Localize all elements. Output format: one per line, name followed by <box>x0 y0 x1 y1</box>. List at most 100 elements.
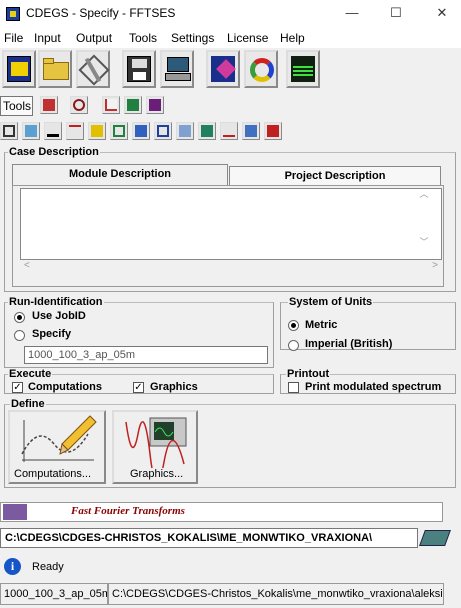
computer-icon <box>165 56 191 82</box>
spectrum-button[interactable] <box>286 50 320 88</box>
grid-icon <box>43 99 55 111</box>
menu-bar: File Input Output Tools Settings License… <box>0 28 461 48</box>
tower-icon <box>91 125 103 137</box>
clock-icon <box>73 99 85 111</box>
window-title: CDEGS - Specify - FFTSES <box>26 6 176 20</box>
plot-tool-button[interactable] <box>146 96 164 114</box>
circuit-tool-button[interactable] <box>110 122 128 140</box>
open-button[interactable] <box>38 50 72 88</box>
jobid-input[interactable]: 1000_100_3_ap_05m <box>24 346 268 364</box>
units-label: System of Units <box>288 296 374 308</box>
bars-icon <box>267 125 279 137</box>
image-icon <box>179 125 191 137</box>
graphics-check-label: Graphics <box>150 381 198 393</box>
wave-icon <box>69 125 81 137</box>
cdegs-app-icon <box>6 7 20 21</box>
clock-tool-button[interactable] <box>70 96 88 114</box>
tab-project-description[interactable]: Project Description <box>229 166 441 186</box>
jobid-button[interactable] <box>2 50 36 88</box>
tab-module-description[interactable]: Module Description <box>12 164 228 186</box>
run-identification-label: Run-Identification <box>8 296 104 308</box>
field-icon <box>135 125 147 137</box>
copy-tool-button[interactable] <box>154 122 172 140</box>
plot3d-tool-button[interactable] <box>124 96 142 114</box>
bottom-path: C:\CDEGS\CDGES-Christos_Kokalis\me_monwt… <box>108 583 444 605</box>
tower-tool-button[interactable] <box>88 122 106 140</box>
dig-tool-button[interactable] <box>22 122 40 140</box>
menu-settings[interactable]: Settings <box>171 31 214 45</box>
working-directory-field[interactable]: C:\CDEGS\CDGES-CHRISTOS_KOKALIS\ME_MONWT… <box>0 528 418 548</box>
title-bar: CDEGS - Specify - FFTSES — ☐ ✕ <box>0 0 461 28</box>
lines-icon <box>223 125 235 137</box>
metric-label: Metric <box>305 319 338 331</box>
metric-radio[interactable] <box>288 320 299 331</box>
network-tool-button[interactable] <box>0 122 18 140</box>
specify-label: Specify <box>32 328 72 340</box>
save-button[interactable] <box>122 50 156 88</box>
lines-tool-button[interactable] <box>220 122 238 140</box>
pencil-plot-icon <box>21 415 97 462</box>
define-label: Define <box>10 398 46 410</box>
spectrum-tool-button[interactable] <box>198 122 216 140</box>
minimize-button[interactable]: — <box>338 2 366 24</box>
graphics-button-label: Graphics... <box>130 468 184 480</box>
bottom-status-bar: 1000_100_3_ap_05m C:\CDEGS\CDGES-Christo… <box>0 583 461 605</box>
ground-tool-button[interactable] <box>44 122 62 140</box>
image-tool-button[interactable] <box>176 122 194 140</box>
close-button[interactable]: ✕ <box>428 2 456 24</box>
oscilloscope-icon <box>125 417 187 468</box>
case-description-label: Case Description <box>8 146 100 158</box>
status-bar: i Ready <box>0 556 461 578</box>
grid-tool-button[interactable] <box>40 96 58 114</box>
menu-tools[interactable]: Tools <box>129 31 157 45</box>
specify-radio[interactable] <box>14 330 25 341</box>
bars-tool-button[interactable] <box>264 122 282 140</box>
id-star-icon <box>211 56 236 82</box>
menu-help[interactable]: Help <box>280 31 305 45</box>
shovel-icon <box>25 125 37 137</box>
folder-browse-icon <box>419 530 451 546</box>
print-button[interactable] <box>160 50 194 88</box>
print-spectrum-label: Print modulated spectrum <box>305 381 442 393</box>
modules-cycle-button[interactable] <box>244 50 278 88</box>
job-id-tool-button[interactable] <box>206 50 240 88</box>
table-icon <box>245 125 257 137</box>
graphics-define-button[interactable]: Graphics... <box>112 410 198 484</box>
settings-tools-button[interactable] <box>76 50 110 88</box>
module-description-textarea[interactable] <box>20 188 442 260</box>
execute-label: Execute <box>8 368 53 380</box>
module-banner: Fast Fourier Transforms <box>0 502 443 522</box>
cycle-icon <box>249 56 274 82</box>
field-tool-button[interactable] <box>132 122 150 140</box>
print-spectrum-checkbox[interactable] <box>288 382 299 393</box>
menu-input[interactable]: Input <box>34 31 61 45</box>
id-icon <box>7 56 31 82</box>
printout-label: Printout <box>286 368 331 380</box>
use-jobid-radio[interactable] <box>14 312 25 323</box>
computations-define-button[interactable]: Computations... <box>8 410 106 484</box>
vertical-scrollbar[interactable]: ︿ ﹀ <box>418 188 430 260</box>
menu-license[interactable]: License <box>227 31 268 45</box>
copy-icon <box>157 125 169 137</box>
graph-tool-button[interactable] <box>102 96 120 114</box>
computations-button-label: Computations... <box>14 468 92 480</box>
use-jobid-label: Use JobID <box>32 310 86 322</box>
menu-output[interactable]: Output <box>76 31 112 45</box>
imperial-radio[interactable] <box>288 340 299 351</box>
maximize-button[interactable]: ☐ <box>382 2 410 24</box>
menu-file[interactable]: File <box>4 31 23 45</box>
info-icon: i <box>4 558 21 575</box>
horizontal-scrollbar[interactable]: < > <box>20 260 442 276</box>
computations-check-label: Computations <box>28 381 102 393</box>
table-tool-button[interactable] <box>242 122 260 140</box>
ground-icon <box>47 125 59 137</box>
tools-dropdown[interactable]: Tools <box>0 96 33 116</box>
browse-folder-button[interactable] <box>419 526 452 548</box>
tools-icon <box>78 54 110 86</box>
graphics-checkbox[interactable]: ✓ <box>133 382 144 393</box>
wave-tool-button[interactable] <box>66 122 84 140</box>
computations-checkbox[interactable]: ✓ <box>12 382 23 393</box>
spectrum-graph-icon <box>291 56 315 82</box>
tools-label: Tools <box>3 99 32 113</box>
network-icon <box>3 125 15 137</box>
